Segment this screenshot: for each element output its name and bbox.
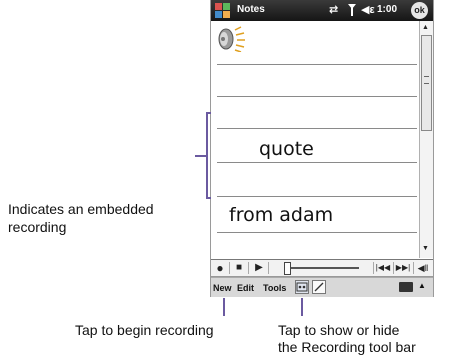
callout-bracket bbox=[206, 112, 208, 199]
toolbar-separator bbox=[248, 262, 249, 274]
note-rule bbox=[217, 232, 417, 233]
note-text-line[interactable]: quote bbox=[259, 138, 314, 160]
keyboard-icon[interactable] bbox=[399, 282, 413, 292]
scroll-grip-icon bbox=[424, 76, 429, 84]
scroll-thumb[interactable] bbox=[421, 35, 432, 131]
volume-slider-track[interactable] bbox=[287, 267, 359, 269]
callout-toggle-line1: Tap to show or hide bbox=[278, 322, 400, 338]
stop-icon[interactable]: ■ bbox=[231, 261, 247, 275]
volume-icon[interactable]: ◀ǁ bbox=[415, 261, 431, 275]
toolbar-separator bbox=[393, 262, 394, 274]
callout-toggle-line2: the Recording tool bar bbox=[278, 339, 416, 355]
cassette-icon bbox=[296, 282, 308, 292]
recording-icon[interactable] bbox=[214, 26, 248, 52]
pen-icon[interactable] bbox=[312, 280, 326, 294]
scroll-down-arrow-icon[interactable]: ▼ bbox=[422, 245, 429, 252]
pen-glyph-icon bbox=[314, 282, 324, 292]
toolbar-separator bbox=[413, 262, 414, 274]
sync-icon[interactable]: ⇄ bbox=[329, 3, 338, 16]
callout-begin-recording: Tap to begin recording bbox=[75, 322, 214, 338]
callout-embedded-line2: recording bbox=[8, 219, 67, 235]
play-icon[interactable]: ▶ bbox=[251, 261, 267, 275]
windows-start-icon[interactable] bbox=[214, 2, 231, 19]
skip-forward-icon[interactable]: ▶▶| bbox=[395, 261, 411, 275]
callout-embedded-line1: Indicates an embedded bbox=[8, 201, 154, 217]
record-icon[interactable]: ● bbox=[212, 261, 228, 275]
note-rule bbox=[217, 196, 417, 197]
note-rule bbox=[217, 128, 417, 129]
callout-bracket bbox=[206, 112, 211, 114]
callout-bracket bbox=[206, 197, 211, 199]
recording-toolbar: ● ■ ▶ |◀◀ ▶▶| ◀ǁ bbox=[211, 259, 433, 277]
menu-new[interactable]: New bbox=[213, 283, 232, 293]
command-bar: New Edit Tools ▲ bbox=[211, 277, 433, 297]
app-title: Notes bbox=[237, 4, 265, 15]
scroll-up-arrow-icon[interactable]: ▲ bbox=[422, 24, 429, 31]
note-page[interactable]: quote from adam bbox=[211, 21, 419, 258]
menu-edit[interactable]: Edit bbox=[237, 283, 254, 293]
callout-leader bbox=[195, 155, 206, 157]
device-screen: Notes ⇄ ◀ε 1:00 ok quote from adam ▲ ▼ ●… bbox=[210, 0, 434, 297]
title-bar: Notes ⇄ ◀ε 1:00 ok bbox=[211, 0, 433, 21]
menu-tools[interactable]: Tools bbox=[263, 283, 286, 293]
volume-slider-thumb[interactable] bbox=[284, 262, 291, 275]
signal-icon[interactable] bbox=[347, 3, 357, 16]
callout-leader bbox=[301, 298, 303, 316]
toolbar-separator bbox=[229, 262, 230, 274]
ok-button[interactable]: ok bbox=[411, 2, 428, 19]
note-rule bbox=[217, 64, 417, 65]
callout-leader bbox=[223, 298, 225, 316]
note-text-line[interactable]: from adam bbox=[229, 204, 333, 226]
toolbar-separator bbox=[373, 262, 374, 274]
recording-toolbar-icon[interactable] bbox=[295, 280, 309, 294]
toolbar-separator bbox=[268, 262, 269, 274]
skip-back-icon[interactable]: |◀◀ bbox=[375, 261, 391, 275]
chevron-up-icon[interactable]: ▲ bbox=[418, 281, 426, 290]
speaker-icon[interactable]: ◀ε bbox=[361, 3, 375, 16]
note-rule bbox=[217, 96, 417, 97]
note-rule bbox=[217, 162, 417, 163]
vertical-scrollbar[interactable]: ▲ ▼ bbox=[419, 21, 433, 258]
clock[interactable]: 1:00 bbox=[377, 4, 397, 15]
